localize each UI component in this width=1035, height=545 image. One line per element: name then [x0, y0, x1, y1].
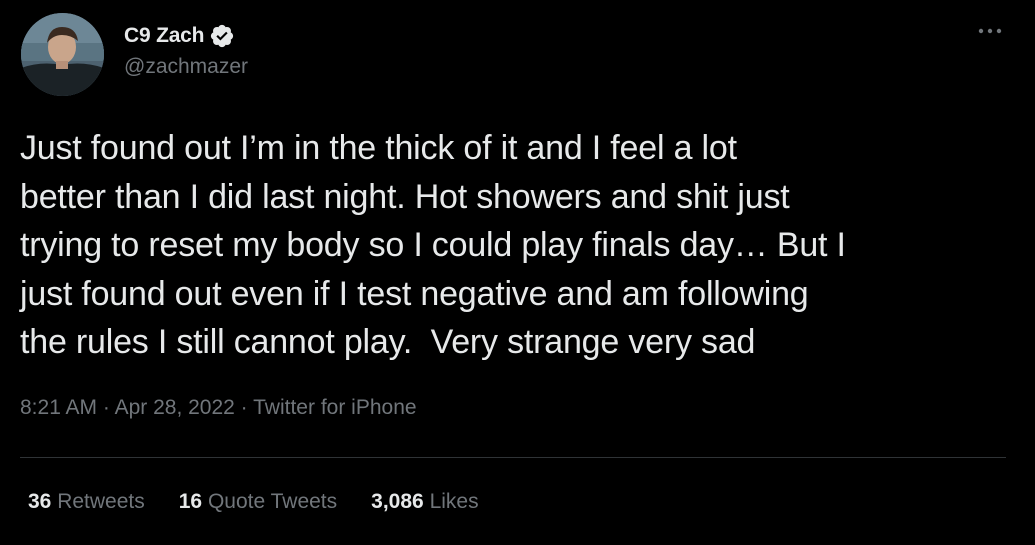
verified-badge-icon [209, 23, 235, 49]
retweets-stat[interactable]: 36 Retweets [28, 490, 145, 514]
engagement-stats: 36 Retweets 16 Quote Tweets 3,086 Likes [28, 490, 513, 514]
divider [20, 457, 1006, 458]
tweet-time[interactable]: 8:21 AM [20, 396, 97, 419]
tweet-text: Just found out I’m in the thick of it an… [20, 129, 846, 361]
meta-separator: · [234, 396, 254, 419]
avatar[interactable] [21, 13, 104, 96]
retweets-count: 36 [28, 490, 52, 513]
author-display-name[interactable]: C9 Zach [124, 24, 204, 48]
name-row: C9 Zach [124, 22, 248, 50]
tweet-metadata: 8:21 AM · Apr 28, 2022 · Twitter for iPh… [20, 396, 417, 420]
author-handle[interactable]: @zachmazer [124, 55, 248, 79]
avatar-image [21, 13, 104, 96]
likes-count: 3,086 [371, 490, 424, 513]
tweet-date[interactable]: Apr 28, 2022 [115, 396, 235, 419]
likes-stat[interactable]: 3,086 Likes [371, 490, 478, 514]
quote-tweets-stat[interactable]: 16 Quote Tweets [179, 490, 337, 514]
meta-separator: · [97, 396, 115, 419]
tweet-source[interactable]: Twitter for iPhone [253, 396, 416, 419]
retweets-label: Retweets [57, 490, 145, 513]
author-identity: C9 Zach @zachmazer [124, 22, 248, 79]
tweet-card: C9 Zach @zachmazer Just found out I’m in… [0, 0, 1035, 545]
quote-tweets-count: 16 [178, 490, 203, 513]
more-options-icon[interactable] [973, 18, 1007, 44]
quote-tweets-label: Quote Tweets [207, 490, 338, 513]
likes-label: Likes [429, 490, 479, 513]
